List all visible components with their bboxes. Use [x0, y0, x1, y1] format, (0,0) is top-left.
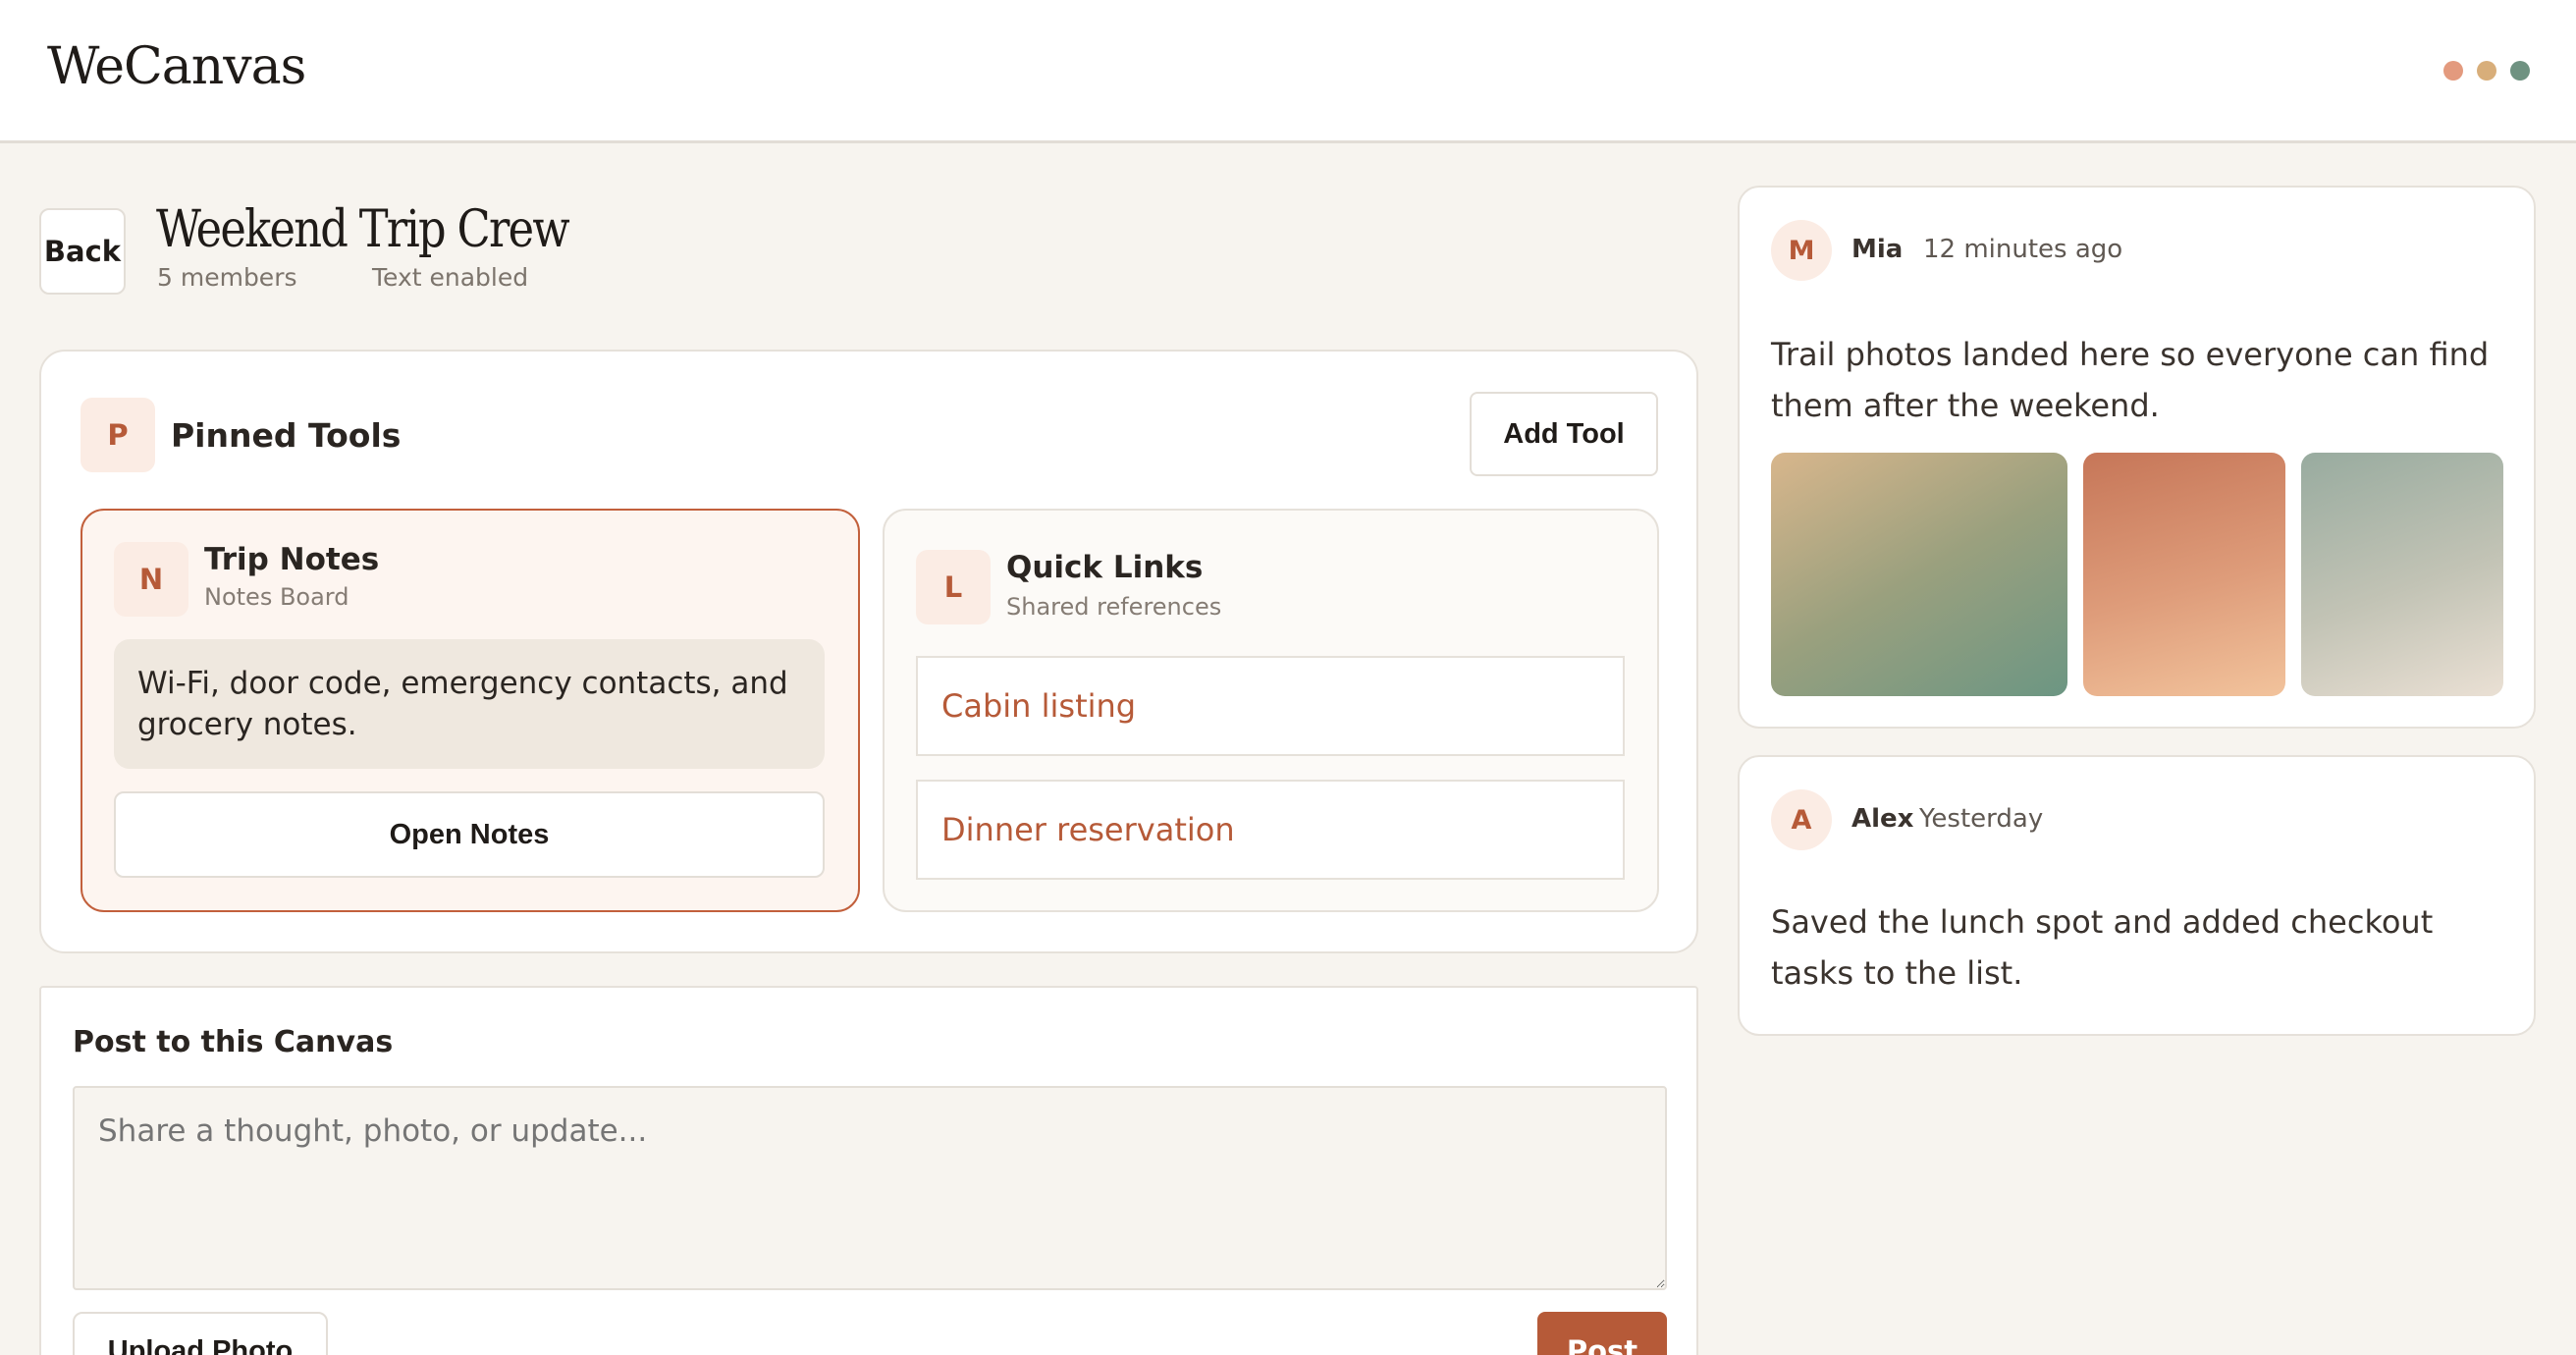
tool-name: Trip Notes: [204, 542, 380, 577]
post-photo[interactable]: [2083, 453, 2285, 696]
avatar: A: [1771, 789, 1832, 850]
member-count: 5 members: [157, 263, 297, 292]
tool-card-quick-links[interactable]: L Quick Links Shared references Cabin li…: [883, 509, 1659, 912]
post-text: Trail photos landed here so everyone can…: [1771, 336, 2490, 424]
green-dot[interactable]: [2510, 61, 2530, 81]
link-cabin-listing[interactable]: Cabin listing: [916, 656, 1625, 756]
upload-photo-button[interactable]: Upload Photo: [73, 1312, 328, 1355]
post-photo[interactable]: [1771, 453, 2067, 696]
pinned-tools-card: P Pinned Tools Add Tool N Trip Notes Not…: [39, 350, 1698, 953]
add-tool-button[interactable]: Add Tool: [1470, 392, 1658, 476]
back-button[interactable]: Back: [39, 208, 126, 295]
app-logo[interactable]: WeCanvas: [47, 37, 306, 96]
post-author: Alex: [1852, 804, 1914, 834]
notes-badge: N: [114, 542, 188, 617]
post-time: 12 minutes ago: [1923, 235, 2123, 264]
composer-card: Post to this Canvas Upload Photo Post: [39, 986, 1698, 1355]
app-header: WeCanvas: [0, 0, 2576, 143]
red-dot[interactable]: [2443, 61, 2463, 81]
avatar: M: [1771, 220, 1832, 281]
post-text: Saved the lunch spot and added checkout …: [1771, 903, 2434, 992]
feed-post: A Alex Yesterday Saved the lunch spot an…: [1738, 755, 2536, 1036]
notes-preview: Wi-Fi, door code, emergency contacts, an…: [114, 639, 825, 769]
open-notes-button[interactable]: Open Notes: [114, 791, 825, 878]
feed-post: M Mia 12 minutes ago Trail photos landed…: [1738, 186, 2536, 729]
link-dinner-reservation[interactable]: Dinner reservation: [916, 780, 1625, 880]
pinned-badge: P: [80, 398, 155, 472]
page-title: Weekend Trip Crew: [156, 200, 570, 259]
composer-input[interactable]: [73, 1086, 1667, 1290]
post-button[interactable]: Post: [1537, 1312, 1667, 1355]
post-author: Mia: [1852, 235, 1904, 264]
tool-card-trip-notes[interactable]: N Trip Notes Notes Board Wi-Fi, door cod…: [80, 509, 860, 912]
yellow-dot[interactable]: [2477, 61, 2496, 81]
links-badge: L: [916, 550, 991, 624]
post-photo[interactable]: [2301, 453, 2503, 696]
window-dots: [2443, 61, 2530, 81]
text-status: Text enabled: [372, 263, 529, 292]
pinned-title: Pinned Tools: [171, 416, 402, 455]
tool-subtitle: Shared references: [1006, 593, 1222, 621]
tool-name: Quick Links: [1006, 550, 1204, 585]
composer-title: Post to this Canvas: [73, 1025, 394, 1059]
tool-subtitle: Notes Board: [204, 583, 349, 611]
post-time: Yesterday: [1919, 804, 2044, 834]
